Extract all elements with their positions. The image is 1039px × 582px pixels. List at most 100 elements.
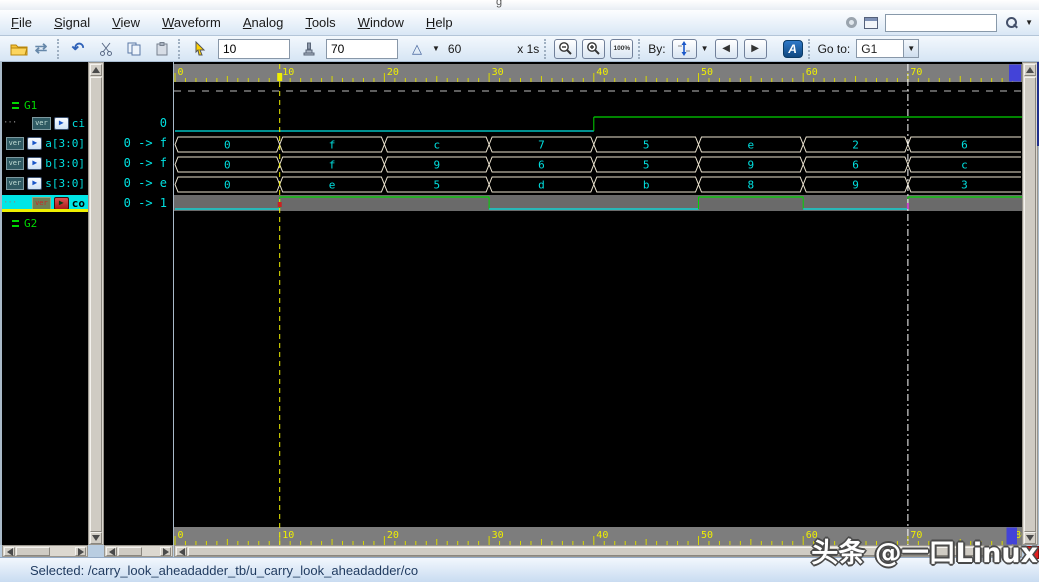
svg-text:d: d <box>538 179 545 192</box>
zoom-in-button[interactable] <box>582 39 605 59</box>
scroll-up-button[interactable] <box>90 64 102 76</box>
edge-search-caret-icon[interactable]: ▼ <box>701 45 709 53</box>
statusbar-selected-path: Selected: /carry_look_aheadadder_tb/u_ca… <box>30 563 418 578</box>
search-icon[interactable] <box>1004 16 1018 30</box>
signal-row-s30[interactable]: ver▶s[3:0] <box>2 175 88 191</box>
search-input[interactable] <box>885 14 997 32</box>
signal-row-ci[interactable]: ···ver▶ci <box>2 115 88 131</box>
scrollbar-thumb[interactable] <box>90 77 102 532</box>
scrollbar-thumb[interactable] <box>16 547 50 556</box>
scroll-left-button[interactable] <box>4 547 15 556</box>
svg-text:30: 30 <box>492 67 504 78</box>
waveform-vertical-scrollbar[interactable] <box>1022 62 1038 545</box>
svg-text:20: 20 <box>387 530 399 541</box>
scroll-right-button[interactable] <box>160 547 171 556</box>
search-caret-icon[interactable]: ▼ <box>1025 19 1033 27</box>
svg-text:6: 6 <box>961 139 968 152</box>
value-G2 <box>104 215 173 231</box>
timescale-label: x 1s <box>517 42 539 56</box>
scroll-left-button[interactable] <box>106 547 117 556</box>
svg-text:70: 70 <box>910 67 922 78</box>
scrollbar-thumb[interactable] <box>1024 77 1036 532</box>
signal-row-b30[interactable]: ver▶b[3:0] <box>2 155 88 171</box>
prev-edge-button[interactable]: ◀ <box>715 39 738 59</box>
scroll-down-button[interactable] <box>90 532 102 544</box>
verilog-badge: ver <box>6 157 25 170</box>
stamp-icon-button[interactable] <box>298 39 320 59</box>
goto-combobox[interactable]: G1 ▼ <box>856 39 919 58</box>
scroll-up-button[interactable] <box>1024 64 1036 76</box>
scrollbar-thumb[interactable] <box>118 547 142 556</box>
toolbar-separator <box>544 39 549 59</box>
waveform-canvas[interactable]: 010203040506070010203040506070800fc75e26… <box>174 62 1022 545</box>
copy-button[interactable] <box>123 39 145 59</box>
group-row-g2[interactable]: G2 <box>2 215 88 231</box>
zoom-caret-icon[interactable]: ▼ <box>432 45 440 53</box>
cut-button[interactable] <box>95 39 117 59</box>
values-horizontal-scrollbar[interactable] <box>104 545 173 557</box>
signal-name: s[3:0] <box>45 177 85 190</box>
scroll-right-button[interactable] <box>75 547 86 556</box>
toolbar-separator <box>808 39 813 59</box>
svg-text:5: 5 <box>643 159 650 172</box>
marker-crossing-tick <box>907 203 909 209</box>
selected-row-underline <box>2 209 88 212</box>
svg-text:50: 50 <box>701 530 713 541</box>
svg-text:c: c <box>433 139 440 152</box>
group-icon <box>12 220 19 227</box>
svg-text:10: 10 <box>282 530 294 541</box>
menubar: FileSignalViewWaveformAnalogToolsWindowH… <box>0 10 1039 36</box>
group-row-g1[interactable]: G1 <box>2 97 88 113</box>
menu-waveform[interactable]: Waveform <box>151 10 232 35</box>
verilog-badge: ver <box>32 117 51 130</box>
scroll-left-button[interactable] <box>176 547 187 556</box>
cursor-time-field[interactable] <box>218 39 290 59</box>
triangle-marker-icon[interactable]: △ <box>406 39 428 59</box>
paste-button[interactable] <box>151 39 173 59</box>
open-folder-button[interactable] <box>8 39 30 59</box>
names-vertical-scrollbar[interactable] <box>88 62 104 545</box>
names-horizontal-scrollbar[interactable] <box>2 545 88 557</box>
end-of-data-marker <box>1009 65 1021 82</box>
analog-button[interactable]: A <box>783 40 803 58</box>
value-s30: 0 -> e <box>104 175 173 191</box>
svg-text:0: 0 <box>224 139 231 152</box>
signal-name: ci <box>72 117 85 130</box>
value-b30: 0 -> f <box>104 155 173 171</box>
tree-dots-icon: ··· <box>3 198 16 208</box>
zoom-full-button[interactable]: 100% <box>610 39 633 59</box>
next-edge-button[interactable]: ▶ <box>744 39 767 59</box>
svg-text:0: 0 <box>224 159 231 172</box>
window-icon[interactable] <box>864 17 878 29</box>
menu-help[interactable]: Help <box>415 10 464 35</box>
svg-text:0: 0 <box>178 530 184 541</box>
undo-button[interactable]: ↶ <box>67 39 89 59</box>
signal-name: b[3:0] <box>45 157 85 170</box>
wave-bus-s30: 0e5db893 <box>175 177 1021 192</box>
menu-view[interactable]: View <box>101 10 151 35</box>
svg-text:5: 5 <box>433 179 440 192</box>
menu-file[interactable]: File <box>0 10 43 35</box>
goto-dropdown-button[interactable]: ▼ <box>903 40 918 57</box>
menu-analog[interactable]: Analog <box>232 10 294 35</box>
signal-row-a30[interactable]: ver▶a[3:0] <box>2 135 88 151</box>
zoom-out-button[interactable] <box>554 39 577 59</box>
menu-tools[interactable]: Tools <box>294 10 346 35</box>
gear-icon[interactable] <box>846 17 857 28</box>
svg-text:5: 5 <box>643 139 650 152</box>
window-titlebar: g <box>0 0 1039 10</box>
edge-search-button[interactable] <box>672 39 697 59</box>
sync-button[interactable]: ⇄ <box>30 39 52 59</box>
menu-window[interactable]: Window <box>347 10 415 35</box>
input-port-icon: ▶ <box>54 117 69 130</box>
select-cursor-button[interactable] <box>188 39 210 59</box>
svg-text:e: e <box>748 139 755 152</box>
wave-bus-a30: 0fc75e26 <box>175 137 1021 152</box>
signal-names-panel: G1···ver▶civer▶a[3:0]ver▶b[3:0]ver▶s[3:0… <box>2 62 88 545</box>
main-area: G1···ver▶civer▶a[3:0]ver▶b[3:0]ver▶s[3:0… <box>0 62 1039 545</box>
svg-text:2: 2 <box>852 139 859 152</box>
svg-text:40: 40 <box>596 67 608 78</box>
svg-text:60: 60 <box>806 67 818 78</box>
range-time-field[interactable] <box>326 39 398 59</box>
menu-signal[interactable]: Signal <box>43 10 101 35</box>
